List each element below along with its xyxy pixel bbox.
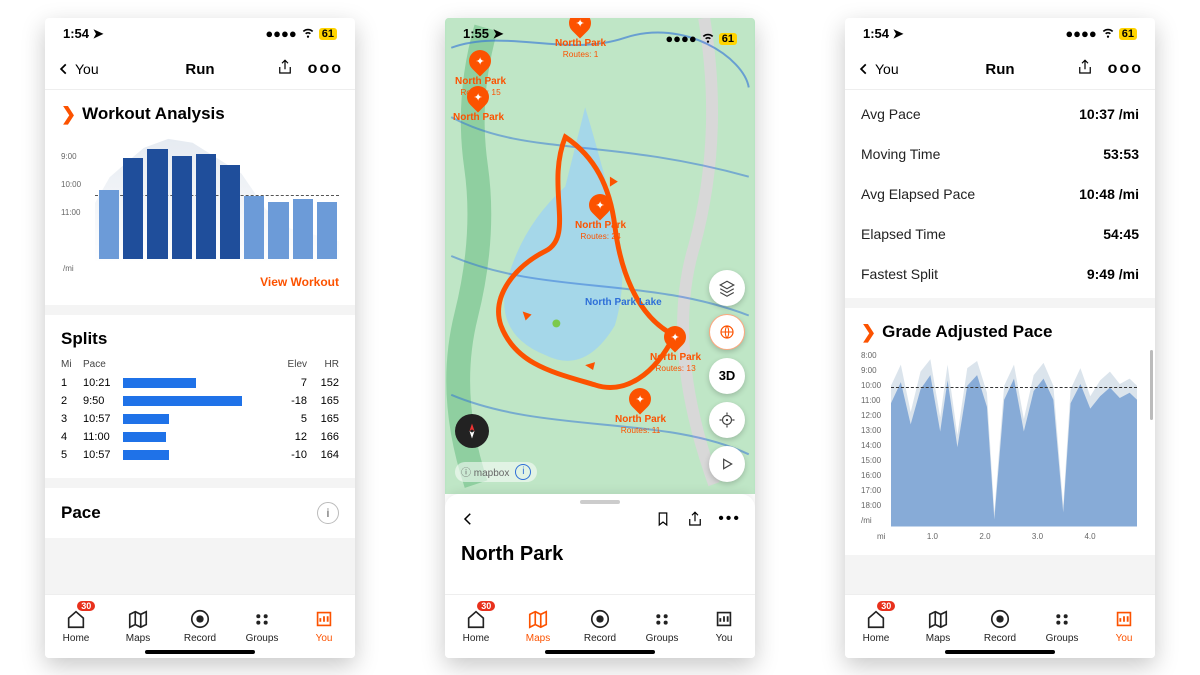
tab-groups[interactable]: Groups xyxy=(231,595,293,658)
mapbox-attribution: ⓘ mapbox i xyxy=(455,462,537,482)
battery-icon: 61 xyxy=(1119,28,1137,40)
back-button[interactable]: You xyxy=(857,61,899,77)
gap-chart: 8:009:0010:0011:0012:0013:0014:0015:0016… xyxy=(861,351,1139,541)
split-row: 110:217152 xyxy=(61,374,339,392)
badge: 30 xyxy=(477,601,495,611)
more-icon[interactable]: ooo xyxy=(308,60,343,78)
compass-icon[interactable] xyxy=(455,414,489,448)
gap-card: ❯Grade Adjusted Pace 8:009:0010:0011:001… xyxy=(845,308,1155,555)
split-row: 510:57-10164 xyxy=(61,446,339,464)
chevron-left-icon xyxy=(57,62,71,76)
scrollbar-thumb[interactable] xyxy=(1150,350,1153,420)
workout-analysis-card: ❯Workout Analysis 9:00 10:00 11:00 xyxy=(45,90,355,305)
tab-maps[interactable]: Maps xyxy=(507,595,569,658)
tab-record[interactable]: Record xyxy=(969,595,1031,658)
wifi-icon xyxy=(1101,25,1115,42)
share-icon[interactable] xyxy=(1076,58,1094,81)
map-label: North Park Lake xyxy=(585,297,662,308)
view-workout-link[interactable]: View Workout xyxy=(260,275,339,289)
phone-stats: 1:54 ➤ ●●●● 61 You Run ooo Avg Pace10:37… xyxy=(845,18,1155,658)
phone-workout-analysis: 1:54 ➤ ●●●● 61 You Run ooo ❯Workout Anal… xyxy=(45,18,355,658)
stat-row: Moving Time53:53 xyxy=(861,134,1139,174)
nav-bar: You Run ooo xyxy=(845,50,1155,90)
3d-button[interactable]: 3D xyxy=(709,358,745,394)
battery-icon: 61 xyxy=(719,33,737,45)
info-icon[interactable]: i xyxy=(317,502,339,524)
chevron-left-icon xyxy=(857,62,871,76)
stats-card: Avg Pace10:37 /miMoving Time53:53Avg Ela… xyxy=(845,90,1155,298)
share-icon[interactable] xyxy=(276,58,294,81)
tab-you[interactable]: You xyxy=(693,595,755,658)
signal-icon: ●●●● xyxy=(265,26,296,41)
chevron-right-icon: ❯ xyxy=(861,322,876,343)
map-label: North ParkRoutes: 11 xyxy=(615,414,666,435)
home-indicator xyxy=(145,650,255,654)
status-time: 1:54 ➤ xyxy=(63,26,104,42)
split-row: 29:50-18165 xyxy=(61,392,339,410)
home-indicator xyxy=(545,650,655,654)
route-title: North Park xyxy=(445,539,755,566)
badge: 30 xyxy=(877,601,895,611)
share-icon[interactable] xyxy=(686,510,704,533)
status-time: 1:55 ➤ xyxy=(463,26,504,52)
bookmark-icon[interactable] xyxy=(654,510,672,533)
splits-card: Splits Mi Pace Elev HR 110:21715229:50-1… xyxy=(45,315,355,478)
split-row: 411:0012166 xyxy=(61,428,339,446)
status-bar: 1:54 ➤ ●●●● 61 xyxy=(845,18,1155,50)
layers-button[interactable] xyxy=(709,270,745,306)
signal-icon: ●●●● xyxy=(1065,26,1096,41)
tab-bar: Home30MapsRecordGroupsYou xyxy=(45,594,355,658)
workout-analysis-chart: 9:00 10:00 11:00 xyxy=(61,133,339,273)
more-icon[interactable]: ooo xyxy=(1108,60,1143,78)
tab-groups[interactable]: Groups xyxy=(631,595,693,658)
back-button[interactable] xyxy=(459,510,477,533)
split-row: 310:575165 xyxy=(61,410,339,428)
play-button[interactable] xyxy=(709,446,745,482)
status-time: 1:54 ➤ xyxy=(863,26,904,42)
back-button[interactable]: You xyxy=(57,61,99,77)
tab-you[interactable]: You xyxy=(1093,595,1155,658)
tab-home[interactable]: Home30 xyxy=(845,595,907,658)
tab-home[interactable]: Home30 xyxy=(445,595,507,658)
tab-groups[interactable]: Groups xyxy=(1031,595,1093,658)
locate-button[interactable] xyxy=(709,402,745,438)
phone-map: ✦North ParkRoutes: 1✦North ParkRoutes: 1… xyxy=(445,18,755,658)
wifi-icon xyxy=(701,30,715,47)
stat-row: Avg Elapsed Pace10:48 /mi xyxy=(861,174,1139,214)
tab-home[interactable]: Home30 xyxy=(45,595,107,658)
tab-record[interactable]: Record xyxy=(169,595,231,658)
more-icon[interactable]: ••• xyxy=(718,510,741,533)
home-indicator xyxy=(945,650,1055,654)
signal-icon: ●●●● xyxy=(665,31,696,46)
chevron-right-icon: ❯ xyxy=(61,104,76,125)
map-label: North ParkRoutes: 24 xyxy=(575,220,626,241)
route-card[interactable]: ••• North Park xyxy=(445,494,755,594)
tab-maps[interactable]: Maps xyxy=(907,595,969,658)
stat-row: Fastest Split9:49 /mi xyxy=(861,254,1139,294)
map-label: North Park xyxy=(453,112,504,123)
tab-record[interactable]: Record xyxy=(569,595,631,658)
map-label: North ParkRoutes: 13 xyxy=(650,352,701,373)
wifi-icon xyxy=(301,25,315,42)
stat-row: Avg Pace10:37 /mi xyxy=(861,94,1139,134)
globe-button[interactable] xyxy=(709,314,745,350)
stat-row: Elapsed Time54:45 xyxy=(861,214,1139,254)
tab-you[interactable]: You xyxy=(293,595,355,658)
badge: 30 xyxy=(77,601,95,611)
nav-bar: You Run ooo xyxy=(45,50,355,90)
pace-card: Pace i xyxy=(45,488,355,538)
battery-icon: 61 xyxy=(319,28,337,40)
tab-maps[interactable]: Maps xyxy=(107,595,169,658)
status-bar: 1:54 ➤ ●●●● 61 xyxy=(45,18,355,50)
